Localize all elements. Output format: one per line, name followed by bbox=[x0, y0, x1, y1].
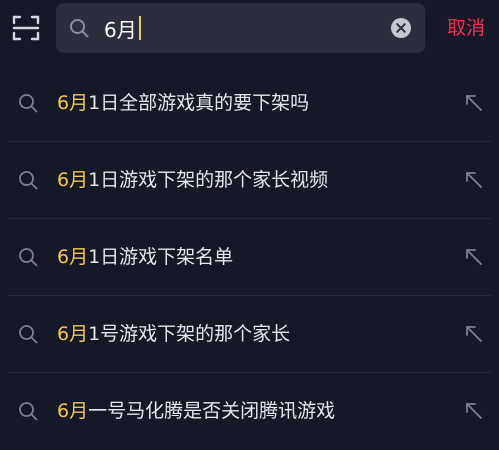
suggestion-highlight: 6月 bbox=[57, 92, 89, 114]
arrow-up-left-icon[interactable] bbox=[462, 91, 486, 115]
cancel-button[interactable]: 取消 bbox=[447, 14, 495, 42]
suggestion-highlight: 6月 bbox=[57, 169, 89, 191]
search-header: 6月 取消 bbox=[0, 0, 499, 60]
arrow-up-left-icon[interactable] bbox=[462, 399, 486, 423]
suggestion-rest: 1日游戏下架名单 bbox=[88, 246, 234, 268]
suggestion-text: 6月1日游戏下架的那个家长视频 bbox=[57, 166, 328, 194]
suggestion-rest: 1日全部游戏真的要下架吗 bbox=[88, 92, 310, 114]
suggestion-item[interactable]: 6月一号马化腾是否关闭腾讯游戏 bbox=[0, 373, 499, 450]
search-icon bbox=[19, 171, 38, 190]
arrow-up-left-icon[interactable] bbox=[462, 168, 486, 192]
search-icon bbox=[70, 19, 89, 38]
suggestion-item[interactable]: 6月1号游戏下架的那个家长 bbox=[0, 296, 499, 373]
suggestion-highlight: 6月 bbox=[57, 323, 89, 345]
search-icon bbox=[19, 94, 38, 113]
text-caret bbox=[138, 16, 141, 40]
suggestion-item[interactable]: 6月1日游戏下架名单 bbox=[0, 219, 499, 296]
suggestion-item[interactable]: 6月1日全部游戏真的要下架吗 bbox=[0, 65, 499, 142]
suggestion-highlight: 6月 bbox=[57, 246, 89, 268]
suggestion-text: 6月1号游戏下架的那个家长 bbox=[57, 320, 290, 348]
suggestion-item[interactable]: 6月1日游戏下架的那个家长视频 bbox=[0, 142, 499, 219]
scan-button[interactable] bbox=[10, 12, 42, 44]
clear-icon[interactable] bbox=[390, 17, 412, 39]
search-input[interactable]: 6月 bbox=[104, 11, 374, 45]
suggestion-text: 6月一号马化腾是否关闭腾讯游戏 bbox=[57, 397, 335, 425]
search-icon bbox=[19, 248, 38, 267]
arrow-up-left-icon[interactable] bbox=[462, 245, 486, 269]
suggestion-list: 6月1日全部游戏真的要下架吗 6月1日游戏下架的那个家长视频 6月1日游戏下架名… bbox=[0, 65, 499, 450]
search-icon bbox=[19, 325, 38, 344]
suggestion-rest: 1日游戏下架的那个家长视频 bbox=[88, 169, 329, 191]
scan-icon bbox=[12, 15, 40, 41]
suggestion-text: 6月1日全部游戏真的要下架吗 bbox=[57, 89, 309, 117]
suggestion-text: 6月1日游戏下架名单 bbox=[57, 243, 233, 271]
suggestion-rest: 一号马化腾是否关闭腾讯游戏 bbox=[88, 400, 336, 422]
search-query-text: 6月 bbox=[104, 17, 137, 42]
arrow-up-left-icon[interactable] bbox=[462, 322, 486, 346]
suggestion-rest: 1号游戏下架的那个家长 bbox=[88, 323, 291, 345]
search-icon bbox=[19, 402, 38, 421]
search-box[interactable]: 6月 bbox=[56, 3, 425, 53]
suggestion-highlight: 6月 bbox=[57, 400, 89, 422]
